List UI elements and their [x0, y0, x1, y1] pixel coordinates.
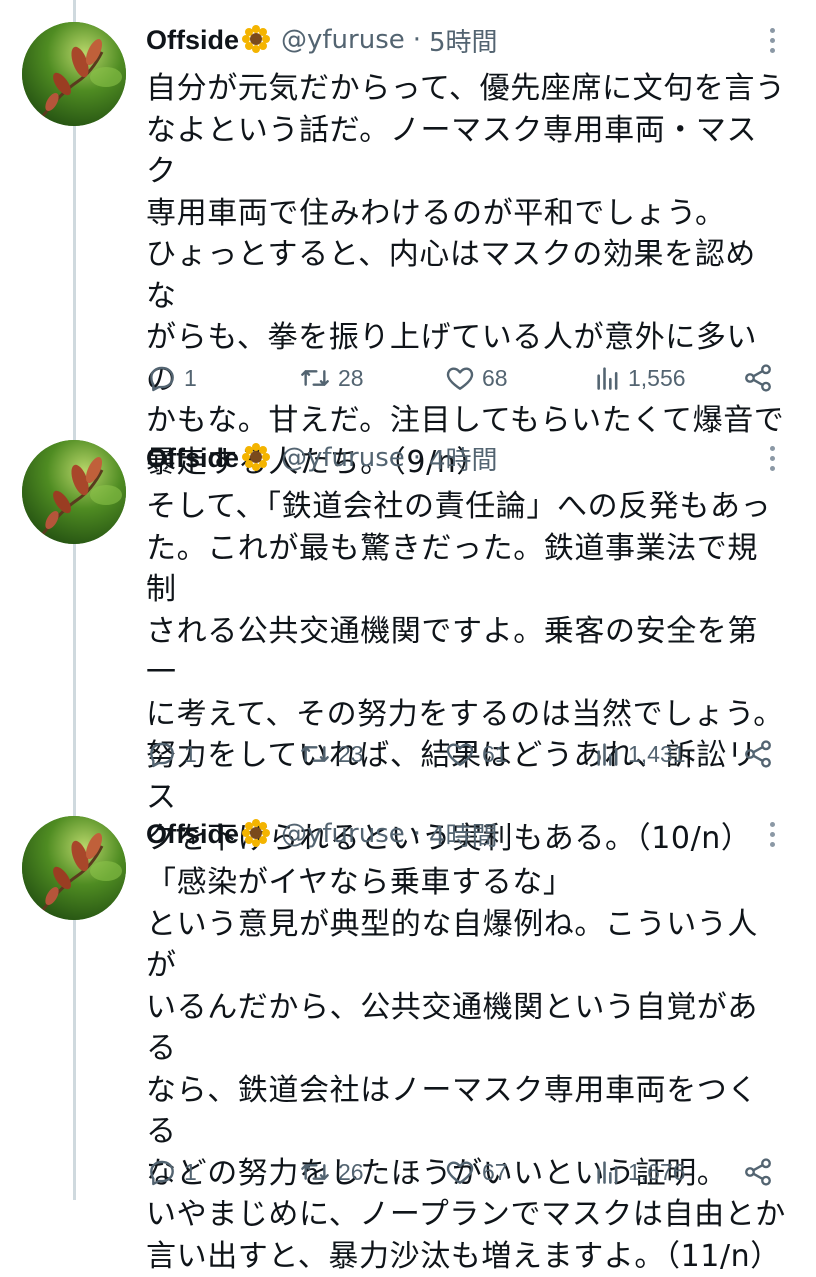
- retweet-icon: [301, 1164, 329, 1180]
- views-count: 1,431: [628, 740, 686, 767]
- share-icon: [745, 364, 771, 392]
- author-handle[interactable]: @yfuruse: [281, 443, 405, 473]
- author-name[interactable]: Offside: [146, 25, 239, 56]
- views-count: 1,676: [628, 1158, 686, 1185]
- more-dots-icon[interactable]: [762, 442, 782, 474]
- retweet-button[interactable]: 28: [298, 358, 364, 398]
- avatar-leaf-image: [22, 816, 126, 920]
- timestamp[interactable]: 4時間: [429, 440, 498, 477]
- views-button[interactable]: 1,431: [594, 734, 686, 774]
- views-button[interactable]: 1,676: [594, 1152, 686, 1192]
- views-chart-icon: [597, 1161, 618, 1184]
- action-bar: 1 26 67 1,676: [146, 1152, 786, 1192]
- retweet-button[interactable]: 23: [298, 734, 364, 774]
- more-dots-icon[interactable]: [762, 818, 782, 850]
- reply-icon: [150, 1160, 174, 1186]
- avatar-leaf-image: [22, 440, 126, 544]
- action-bar: 1 23 61 1,431: [146, 734, 786, 774]
- views-count: 1,556: [628, 364, 686, 391]
- tweet-text: 「感染がイヤなら乗車するな」 という意見が典型的な自爆例ね。こういう人が いるん…: [146, 865, 786, 1274]
- avatar[interactable]: [22, 440, 126, 544]
- views-chart-icon: [597, 367, 618, 390]
- timestamp[interactable]: 5時間: [429, 22, 498, 59]
- heart-icon: [446, 1161, 474, 1184]
- sunflower-icon: [241, 24, 271, 54]
- like-button[interactable]: 61: [444, 734, 508, 774]
- views-button[interactable]: 1,556: [594, 358, 686, 398]
- author-name[interactable]: Offside: [146, 443, 239, 474]
- retweet-button[interactable]: 26: [298, 1152, 364, 1192]
- avatar-leaf-image: [22, 22, 126, 126]
- separator-dot: ·: [412, 819, 422, 849]
- tweet-text: そして、「鉄道会社の責任論」への反発もあっ た。これが最も驚きだった。鉄道事業法…: [146, 489, 784, 856]
- tweet-text: 自分が元気だからって、優先座席に文句を言う なよという話だ。ノーマスク専用車両・…: [146, 71, 786, 480]
- reply-count: 1: [184, 1158, 197, 1185]
- share-button[interactable]: [742, 734, 774, 774]
- retweet-count: 28: [338, 364, 364, 391]
- reply-icon: [150, 742, 174, 768]
- like-button[interactable]: 68: [444, 358, 508, 398]
- author-handle[interactable]: @yfuruse: [281, 25, 405, 55]
- sunflower-icon: [241, 818, 271, 848]
- share-icon: [745, 1158, 771, 1186]
- action-bar: 1 28 68 1,556: [146, 358, 786, 398]
- reply-count: 1: [184, 364, 197, 391]
- author-name[interactable]: Offside: [146, 819, 239, 850]
- sunflower-icon: [241, 442, 271, 472]
- reply-button[interactable]: 1: [146, 358, 197, 398]
- reply-icon: [150, 366, 174, 392]
- heart-icon: [446, 367, 474, 390]
- share-icon: [745, 740, 771, 768]
- thread-connector-line: [73, 0, 76, 1200]
- heart-icon: [446, 743, 474, 766]
- retweet-icon: [301, 746, 329, 762]
- reply-button[interactable]: 1: [146, 1152, 197, 1192]
- author-handle[interactable]: @yfuruse: [281, 819, 405, 849]
- more-dots-icon[interactable]: [762, 24, 782, 56]
- like-count: 67: [482, 1158, 508, 1185]
- reply-button[interactable]: 1: [146, 734, 197, 774]
- retweet-count: 26: [338, 1158, 364, 1185]
- timestamp[interactable]: 4時間: [429, 816, 498, 853]
- avatar[interactable]: [22, 22, 126, 126]
- avatar[interactable]: [22, 816, 126, 920]
- like-count: 68: [482, 364, 508, 391]
- retweet-icon: [301, 370, 329, 386]
- like-count: 61: [482, 740, 508, 767]
- separator-dot: ·: [412, 443, 422, 473]
- share-button[interactable]: [742, 1152, 774, 1192]
- views-chart-icon: [597, 743, 618, 766]
- share-button[interactable]: [742, 358, 774, 398]
- reply-count: 1: [184, 740, 197, 767]
- like-button[interactable]: 67: [444, 1152, 508, 1192]
- separator-dot: ·: [412, 25, 422, 55]
- retweet-count: 23: [338, 740, 364, 767]
